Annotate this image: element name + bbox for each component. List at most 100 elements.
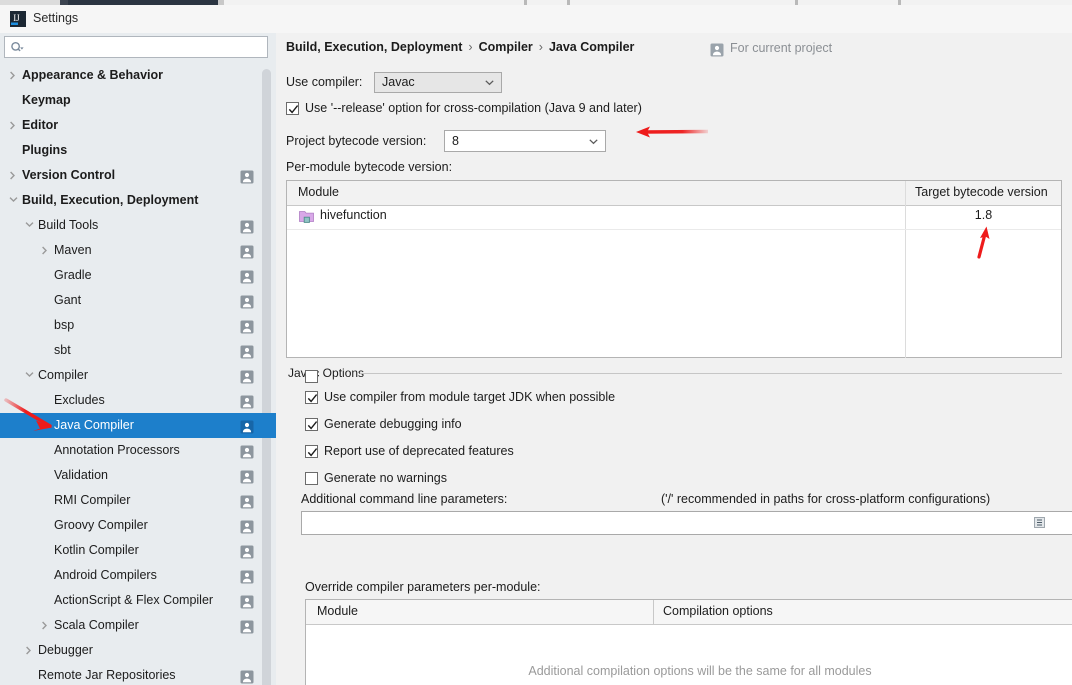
release-option-label[interactable]: Use '--release' option for cross-compila… <box>305 101 642 115</box>
checkmark-icon <box>307 393 318 404</box>
sidebar-item-label: Validation <box>54 463 108 488</box>
chevron-right-icon[interactable] <box>40 238 52 263</box>
sidebar-item-label: Scala Compiler <box>54 613 139 638</box>
javac-option-checkbox-2[interactable] <box>305 445 318 458</box>
sidebar-item-kotlin-compiler[interactable]: Kotlin Compiler <box>0 538 276 563</box>
sidebar-item-scala-compiler[interactable]: Scala Compiler <box>0 613 276 638</box>
sidebar-item-remote-jar-repositories[interactable]: Remote Jar Repositories <box>0 663 276 685</box>
sidebar-item-label: Build Tools <box>38 213 98 238</box>
user-badge-icon <box>240 593 254 607</box>
user-badge-icon <box>240 343 254 357</box>
javac-option-label-1[interactable]: Generate debugging info <box>324 417 462 431</box>
chevron-down-icon <box>589 139 598 145</box>
table-row[interactable]: hivefunction 1.8 <box>287 205 1061 230</box>
breadcrumb-item-compiler[interactable]: Compiler <box>479 40 533 54</box>
column-divider[interactable] <box>653 600 654 624</box>
javac-option-checkbox-1[interactable] <box>305 418 318 431</box>
user-badge-icon <box>240 668 254 682</box>
title-bar: IJ Settings <box>0 5 1072 33</box>
breadcrumb-item-build[interactable]: Build, Execution, Deployment <box>286 40 462 54</box>
additional-params-label: Additional command line parameters: <box>301 492 507 506</box>
sidebar-item-label: Excludes <box>54 388 105 413</box>
search-box[interactable] <box>4 36 268 58</box>
sidebar-item-label: Plugins <box>22 138 67 163</box>
breadcrumb: Build, Execution, Deployment›Compiler›Ja… <box>286 40 634 54</box>
column-header-module[interactable]: Module <box>317 604 358 618</box>
javac-option-label-3[interactable]: Generate no warnings <box>324 471 447 485</box>
scope-label: For current project <box>730 41 832 55</box>
sidebar-item-excludes[interactable]: Excludes <box>0 388 276 413</box>
javac-option-checkbox-0[interactable] <box>305 391 318 404</box>
sidebar-item-validation[interactable]: Validation <box>0 463 276 488</box>
sidebar-item-gradle[interactable]: Gradle <box>0 263 276 288</box>
user-badge-icon <box>240 318 254 332</box>
breadcrumb-separator: › <box>462 40 478 54</box>
sidebar-item-label: Build, Execution, Deployment <box>22 188 198 213</box>
group-divider <box>360 373 1062 374</box>
user-badge-icon <box>240 618 254 632</box>
module-bytecode-table[interactable]: Module Target bytecode version hivefunct… <box>286 180 1062 358</box>
table-header: Module Compilation options <box>306 600 1072 625</box>
project-bytecode-label: Project bytecode version: <box>286 134 426 148</box>
chevron-right-icon[interactable] <box>8 163 20 188</box>
additional-params-input[interactable] <box>301 511 1072 535</box>
sidebar-item-label: ActionScript & Flex Compiler <box>54 588 213 613</box>
chevron-right-icon[interactable] <box>8 113 20 138</box>
sidebar-item-editor[interactable]: Editor <box>0 113 276 138</box>
sidebar-item-label: Annotation Processors <box>54 438 180 463</box>
use-compiler-value: Javac <box>382 75 415 89</box>
sidebar-item-rmi-compiler[interactable]: RMI Compiler <box>0 488 276 513</box>
sidebar-item-appearance-behavior[interactable]: Appearance & Behavior <box>0 63 276 88</box>
sidebar-item-maven[interactable]: Maven <box>0 238 276 263</box>
expand-icon[interactable] <box>1034 517 1045 528</box>
sidebar-item-sbt[interactable]: sbt <box>0 338 276 363</box>
sidebar-item-actionscript-flex-compiler[interactable]: ActionScript & Flex Compiler <box>0 588 276 613</box>
settings-sidebar: Appearance & BehaviorKeymapEditorPlugins… <box>0 33 276 685</box>
user-badge-icon <box>240 443 254 457</box>
override-params-table[interactable]: Module Compilation options Additional co… <box>305 599 1072 685</box>
sidebar-item-label: Gradle <box>54 263 92 288</box>
sidebar-item-label: Gant <box>54 288 81 313</box>
sidebar-item-build-tools[interactable]: Build Tools <box>0 213 276 238</box>
sidebar-item-debugger[interactable]: Debugger <box>0 638 276 663</box>
sidebar-item-build-execution-deployment[interactable]: Build, Execution, Deployment <box>0 188 276 213</box>
javac-option-label-2[interactable]: Report use of deprecated features <box>324 444 514 458</box>
chevron-down-icon[interactable] <box>8 188 20 213</box>
table-header: Module Target bytecode version <box>287 181 1061 206</box>
column-header-compilation-options[interactable]: Compilation options <box>663 604 773 618</box>
javac-option-label-0[interactable]: Use compiler from module target JDK when… <box>324 390 615 404</box>
use-compiler-dropdown[interactable]: Javac <box>374 72 502 93</box>
user-badge-icon <box>240 168 254 182</box>
column-header-module[interactable]: Module <box>298 185 339 199</box>
search-input[interactable] <box>29 37 265 59</box>
sidebar-item-label: Remote Jar Repositories <box>38 663 176 685</box>
chevron-down-icon[interactable] <box>24 363 36 388</box>
sidebar-item-android-compilers[interactable]: Android Compilers <box>0 563 276 588</box>
project-bytecode-dropdown[interactable]: 8 <box>444 130 606 152</box>
chevron-down-icon[interactable] <box>24 213 36 238</box>
sidebar-item-java-compiler[interactable]: Java Compiler <box>0 413 276 438</box>
user-badge-icon <box>240 243 254 257</box>
user-badge-icon <box>240 293 254 307</box>
javac-option-checkbox-3[interactable] <box>305 472 318 485</box>
sidebar-item-gant[interactable]: Gant <box>0 288 276 313</box>
sidebar-item-keymap[interactable]: Keymap <box>0 88 276 113</box>
chevron-right-icon[interactable] <box>8 63 20 88</box>
sidebar-item-label: Maven <box>54 238 92 263</box>
sidebar-item-annotation-processors[interactable]: Annotation Processors <box>0 438 276 463</box>
column-header-target-bytecode[interactable]: Target bytecode version <box>915 185 1048 199</box>
module-name: hivefunction <box>320 208 387 222</box>
chevron-right-icon[interactable] <box>24 638 36 663</box>
chevron-right-icon[interactable] <box>40 613 52 638</box>
release-option-checkbox[interactable] <box>286 102 299 115</box>
target-bytecode-value[interactable]: 1.8 <box>905 208 1062 222</box>
settings-dialog: IJ Settings Appearance & BehaviorKeymapE… <box>0 5 1072 685</box>
sidebar-item-groovy-compiler[interactable]: Groovy Compiler <box>0 513 276 538</box>
sidebar-item-plugins[interactable]: Plugins <box>0 138 276 163</box>
use-compiler-label: Use compiler: <box>286 75 362 89</box>
user-badge-icon <box>240 518 254 532</box>
sidebar-item-bsp[interactable]: bsp <box>0 313 276 338</box>
sidebar-item-compiler[interactable]: Compiler <box>0 363 276 388</box>
sidebar-item-version-control[interactable]: Version Control <box>0 163 276 188</box>
module-icon <box>299 209 314 224</box>
